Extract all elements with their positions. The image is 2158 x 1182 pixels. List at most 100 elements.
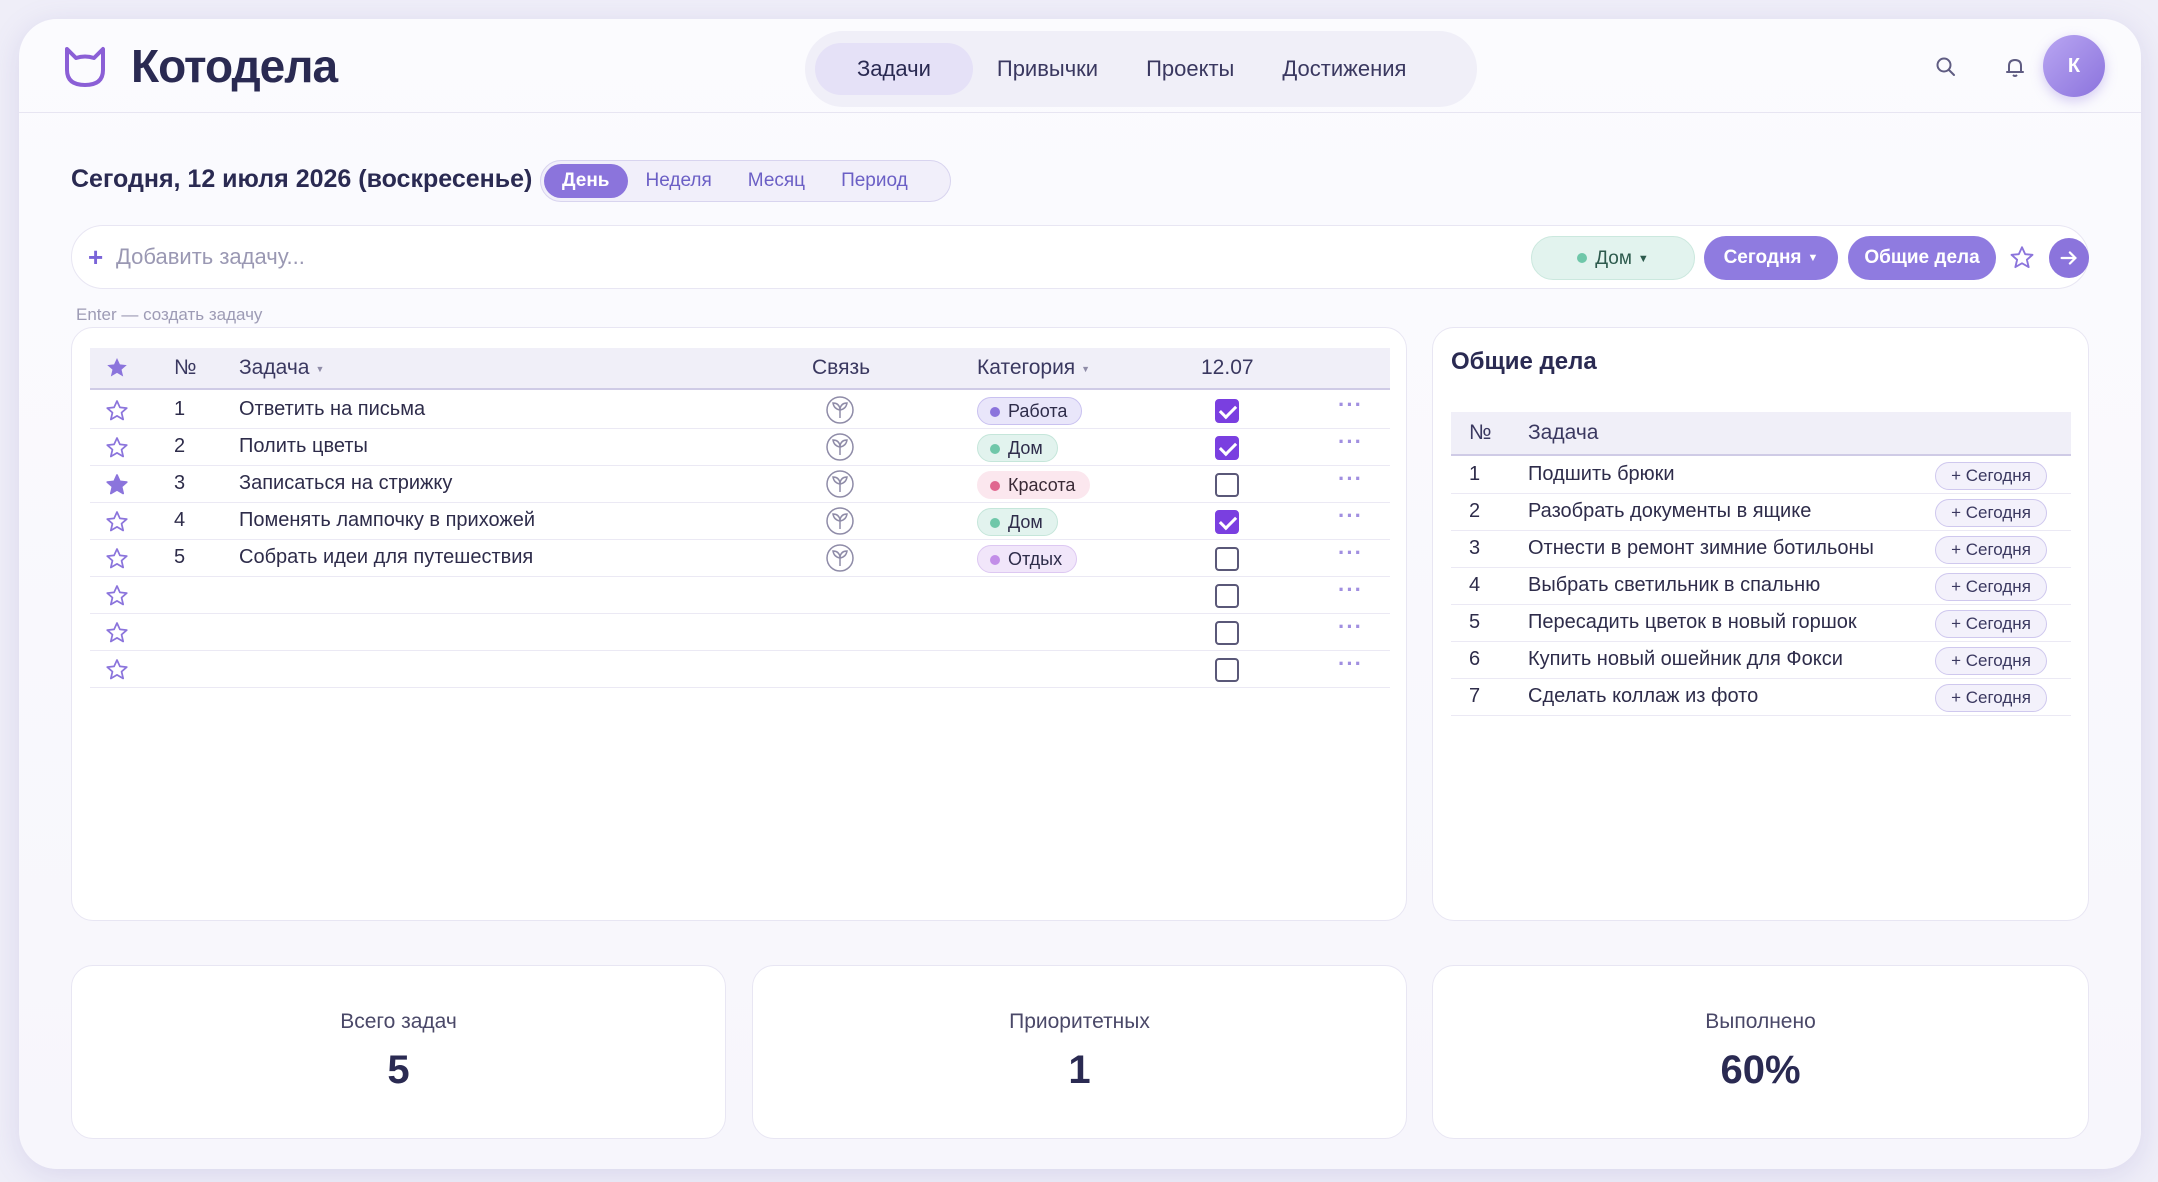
done-checkbox[interactable]: [1215, 436, 1239, 460]
col-task[interactable]: Задача ▼: [239, 356, 324, 380]
star-outline-icon[interactable]: [104, 509, 130, 535]
general-task-title[interactable]: Купить новый ошейник для Фокси: [1528, 648, 1843, 671]
task-title[interactable]: Ответить на письма: [239, 398, 425, 421]
add-to-today-button[interactable]: + Сегодня: [1935, 462, 2047, 490]
star-outline-icon[interactable]: [104, 657, 130, 683]
more-icon[interactable]: ···: [1338, 614, 1363, 640]
list-item[interactable]: 2 Разобрать документы в ящике + Сегодня: [1451, 494, 2071, 531]
done-checkbox[interactable]: [1215, 399, 1239, 423]
list-item[interactable]: 3 Отнести в ремонт зимние ботильоны + Сего…: [1451, 531, 2071, 568]
category-badge[interactable]: Красота: [977, 471, 1091, 499]
general-task-title[interactable]: Пересадить цветок в новый горшок: [1528, 611, 1857, 634]
date-select[interactable]: Сегодня ▼: [1704, 236, 1838, 280]
table-row[interactable]: 3 Записаться на стрижку Красота ···: [90, 466, 1390, 503]
category-badge[interactable]: Дом: [977, 434, 1058, 462]
table-row[interactable]: 4 Поменять лампочку в прихожей Дом ···: [90, 503, 1390, 540]
sprout-link-icon[interactable]: [825, 469, 855, 499]
period-switcher: День Неделя Месяц Период: [540, 160, 951, 202]
user-avatar[interactable]: К: [2043, 35, 2105, 97]
period-week[interactable]: Неделя: [628, 164, 730, 198]
tab-tasks[interactable]: Задачи: [815, 43, 973, 95]
sprout-link-icon[interactable]: [825, 432, 855, 462]
done-checkbox[interactable]: [1215, 547, 1239, 571]
more-icon[interactable]: ···: [1338, 651, 1363, 677]
list-item[interactable]: 7 Сделать коллаж из фото + Сегодня: [1451, 679, 2071, 716]
table-row[interactable]: 1 Ответить на письма Работа ···: [90, 392, 1390, 429]
task-title[interactable]: Поменять лампочку в прихожей: [239, 509, 535, 532]
tab-projects[interactable]: Проекты: [1122, 43, 1258, 95]
star-filled-icon[interactable]: [104, 472, 130, 498]
table-row[interactable]: 2 Полить цветы Дом ···: [90, 429, 1390, 466]
category-badge[interactable]: Отдых: [977, 545, 1078, 573]
task-num: 2: [174, 435, 186, 457]
general-task-title[interactable]: Выбрать светильник в спальню: [1528, 574, 1820, 597]
date-title: Сегодня, 12 июля 2026 (воскресенье): [71, 165, 533, 193]
general-num: 2: [1469, 500, 1481, 522]
period-custom[interactable]: Период: [823, 164, 926, 198]
bell-icon[interactable]: [2003, 55, 2027, 79]
add-to-today-button[interactable]: + Сегодня: [1935, 610, 2047, 638]
table-row[interactable]: ···: [90, 651, 1390, 688]
done-checkbox[interactable]: [1215, 621, 1239, 645]
done-checkbox[interactable]: [1215, 510, 1239, 534]
add-to-today-button[interactable]: + Сегодня: [1935, 499, 2047, 527]
app-title: Котодела: [131, 40, 338, 92]
tab-habits[interactable]: Привычки: [973, 43, 1122, 95]
star-outline-icon[interactable]: [104, 620, 130, 646]
list-item[interactable]: 1 Подшить брюки + Сегодня: [1451, 457, 2071, 494]
general-tasks-button[interactable]: Общие дела: [1848, 236, 1996, 280]
more-icon[interactable]: ···: [1338, 503, 1363, 529]
caret-down-icon: ▼: [1807, 252, 1819, 264]
general-task-title[interactable]: Подшить брюки: [1528, 463, 1675, 486]
submit-task-button[interactable]: [2049, 238, 2089, 278]
period-day[interactable]: День: [544, 164, 628, 198]
tab-achievements[interactable]: Достижения: [1258, 43, 1430, 95]
list-item[interactable]: 4 Выбрать светильник в спальню + Сегодня: [1451, 568, 2071, 605]
general-task-title[interactable]: Разобрать документы в ящике: [1528, 500, 1811, 523]
task-title[interactable]: Записаться на стрижку: [239, 472, 452, 495]
col-category[interactable]: Категория ▼: [977, 356, 1090, 380]
caret-down-icon: ▼: [315, 364, 325, 374]
general-task-title[interactable]: Отнести в ремонт зимние ботильоны: [1528, 537, 1874, 560]
list-item[interactable]: 6 Купить новый ошейник для Фокси + Сегодня: [1451, 642, 2071, 679]
task-title[interactable]: Полить цветы: [239, 435, 368, 458]
category-dot-icon: [990, 481, 1000, 491]
sprout-link-icon[interactable]: [825, 395, 855, 425]
more-icon[interactable]: ···: [1338, 392, 1363, 418]
category-badge[interactable]: Работа: [977, 397, 1083, 425]
add-to-today-button[interactable]: + Сегодня: [1935, 573, 2047, 601]
add-to-today-button[interactable]: + Сегодня: [1935, 684, 2047, 712]
more-icon[interactable]: ···: [1338, 429, 1363, 455]
star-outline-icon[interactable]: [104, 435, 130, 461]
sprout-link-icon[interactable]: [825, 543, 855, 573]
col-task: Задача: [1528, 421, 1599, 444]
done-checkbox[interactable]: [1215, 584, 1239, 608]
table-row[interactable]: ···: [90, 577, 1390, 614]
period-month[interactable]: Месяц: [730, 164, 823, 198]
star-outline-icon[interactable]: [104, 398, 130, 424]
search-icon[interactable]: [1934, 55, 1958, 79]
sprout-link-icon[interactable]: [825, 506, 855, 536]
category-dot-icon: [1577, 253, 1588, 263]
star-outline-icon[interactable]: [104, 583, 130, 609]
table-row[interactable]: ···: [90, 614, 1390, 651]
more-icon[interactable]: ···: [1338, 577, 1363, 603]
add-to-today-button[interactable]: + Сегодня: [1935, 647, 2047, 675]
general-task-title[interactable]: Сделать коллаж из фото: [1528, 685, 1758, 708]
star-outline-icon[interactable]: [2008, 244, 2036, 272]
category-dot-icon: [990, 407, 1000, 417]
table-row[interactable]: 5 Собрать идеи для путешествия Отдых ···: [90, 540, 1390, 577]
category-select[interactable]: Дом ▼: [1531, 236, 1695, 280]
add-task-input[interactable]: [116, 239, 1116, 275]
list-item[interactable]: 5 Пересадить цветок в новый горшок + Сегод…: [1451, 605, 2071, 642]
task-title[interactable]: Собрать идеи для путешествия: [239, 546, 533, 569]
add-to-today-button[interactable]: + Сегодня: [1935, 536, 2047, 564]
star-filled-icon[interactable]: [104, 355, 130, 381]
star-outline-icon[interactable]: [104, 546, 130, 572]
more-icon[interactable]: ···: [1338, 540, 1363, 566]
category-badge[interactable]: Дом: [977, 508, 1058, 536]
done-checkbox[interactable]: [1215, 658, 1239, 682]
more-icon[interactable]: ···: [1338, 466, 1363, 492]
done-checkbox[interactable]: [1215, 473, 1239, 497]
general-num: 7: [1469, 685, 1481, 707]
